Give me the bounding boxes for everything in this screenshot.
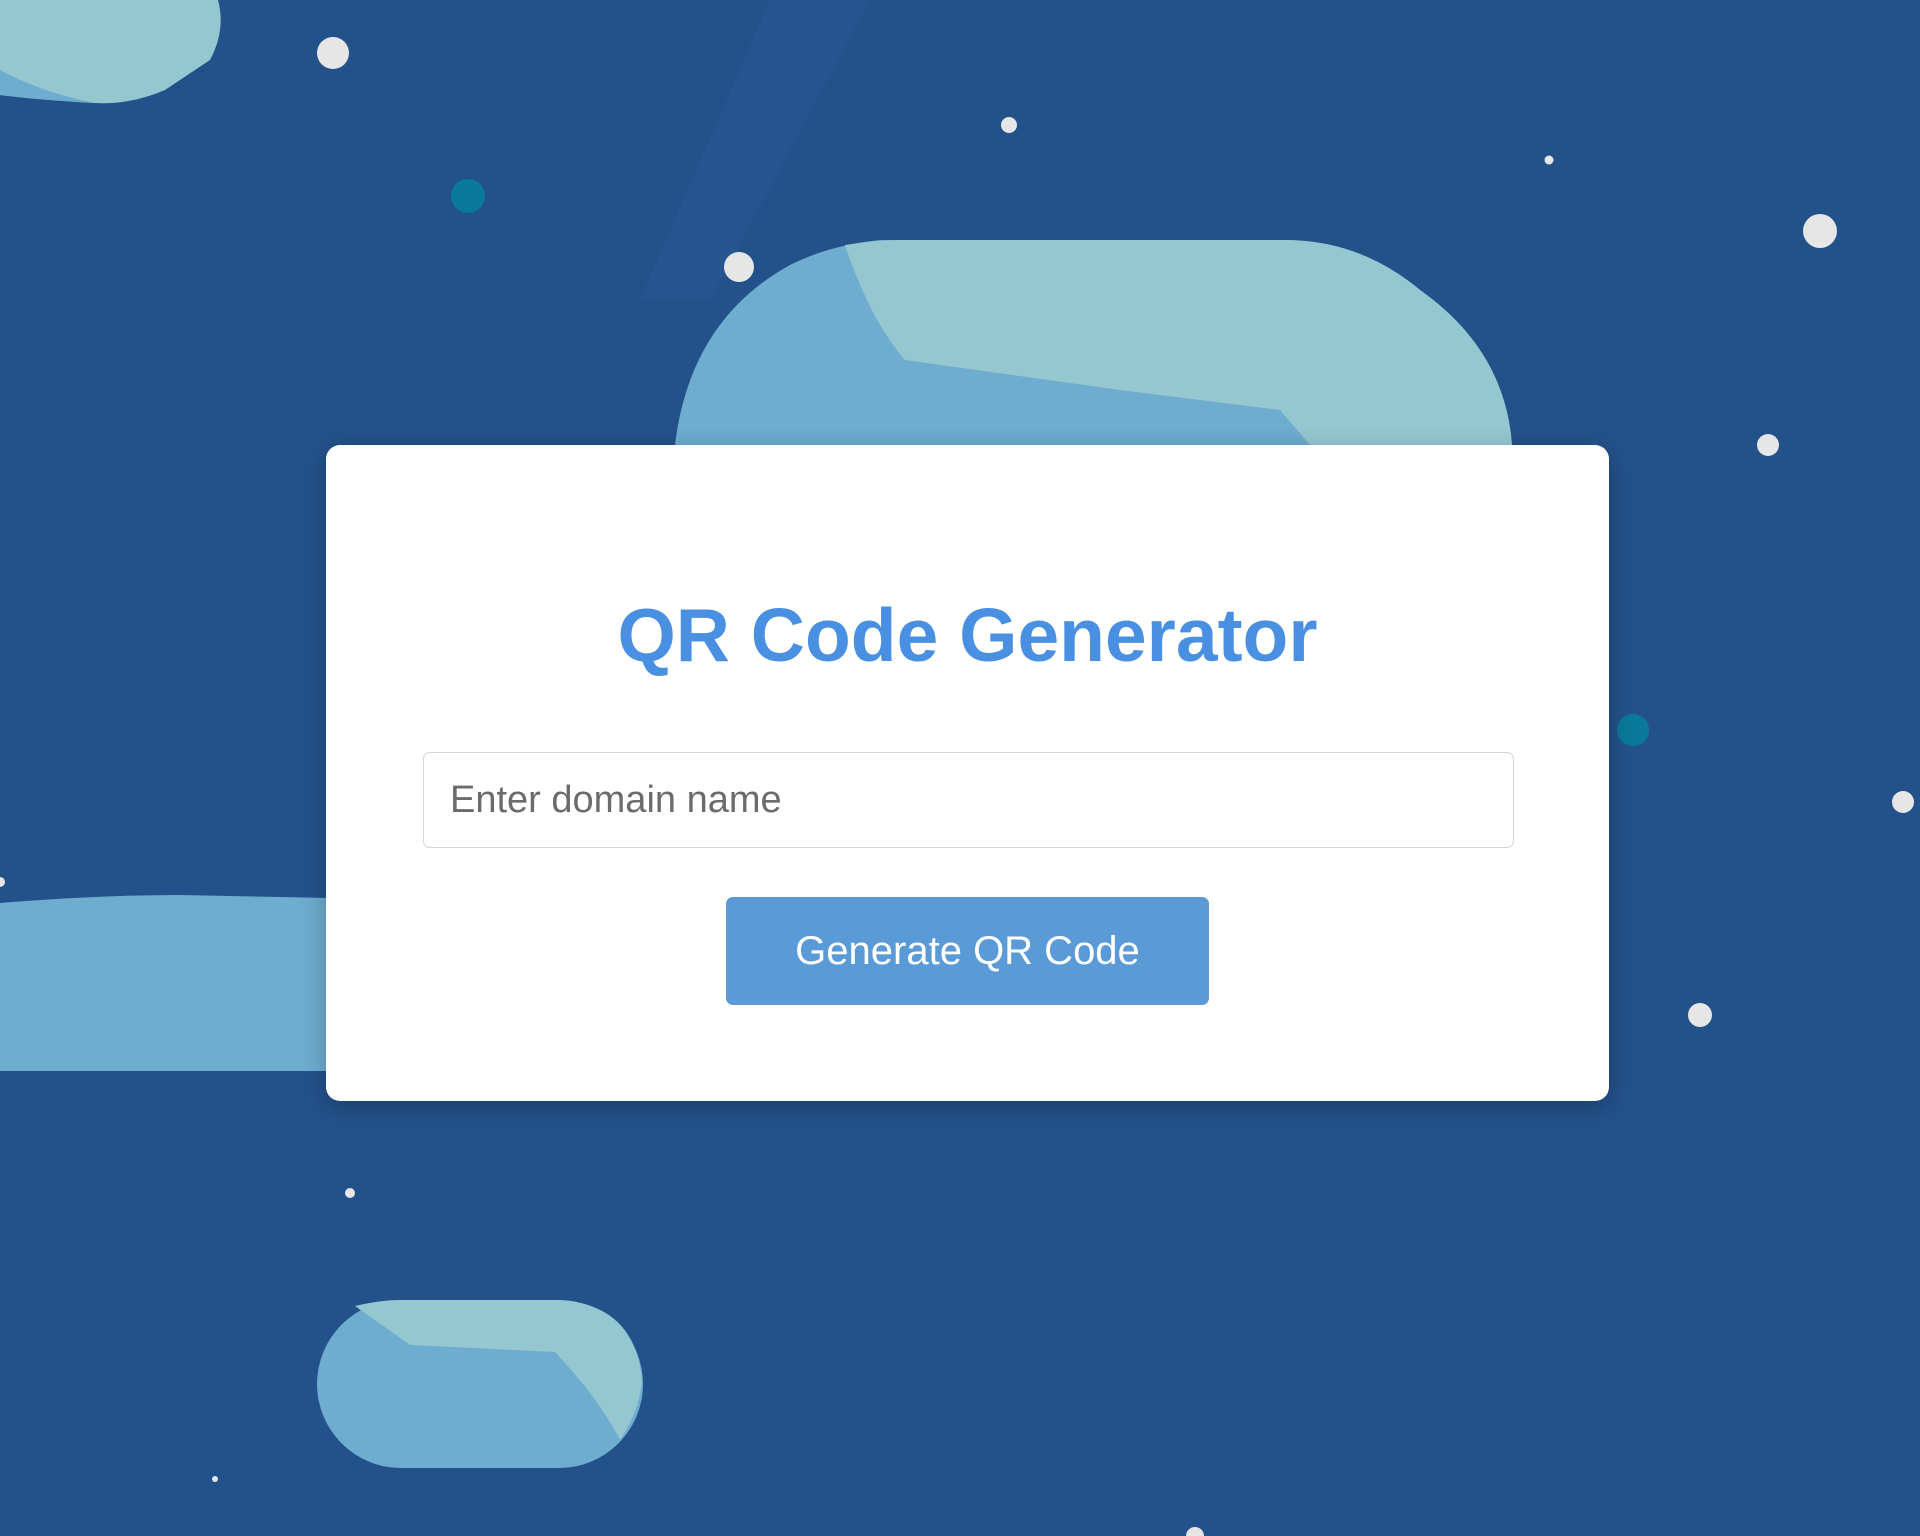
- blob-left-middle: [0, 895, 330, 1071]
- star-dot: [1892, 791, 1914, 813]
- domain-name-input[interactable]: [423, 752, 1514, 848]
- teal-dot: [451, 179, 485, 213]
- star-dot: [1186, 1527, 1204, 1536]
- star-dot: [724, 252, 754, 282]
- generate-qr-code-button[interactable]: Generate QR Code: [726, 897, 1209, 1005]
- blob-top-left: [0, 0, 221, 104]
- blob-top-center: [675, 240, 1512, 445]
- star-dot: [1803, 214, 1837, 248]
- star-dot: [212, 1476, 218, 1482]
- star-dot: [317, 37, 349, 69]
- qr-generator-card: QR Code Generator Generate QR Code: [326, 445, 1609, 1101]
- page-title: QR Code Generator: [617, 593, 1318, 677]
- star-dot: [345, 1188, 355, 1198]
- star-dot: [1688, 1003, 1712, 1027]
- star-dot: [1001, 117, 1017, 133]
- teal-dot: [1617, 714, 1649, 746]
- blob-bottom-left: [317, 1300, 643, 1468]
- star-dot: [1757, 434, 1779, 456]
- star-dot: [0, 877, 5, 887]
- star-dot: [1544, 155, 1554, 165]
